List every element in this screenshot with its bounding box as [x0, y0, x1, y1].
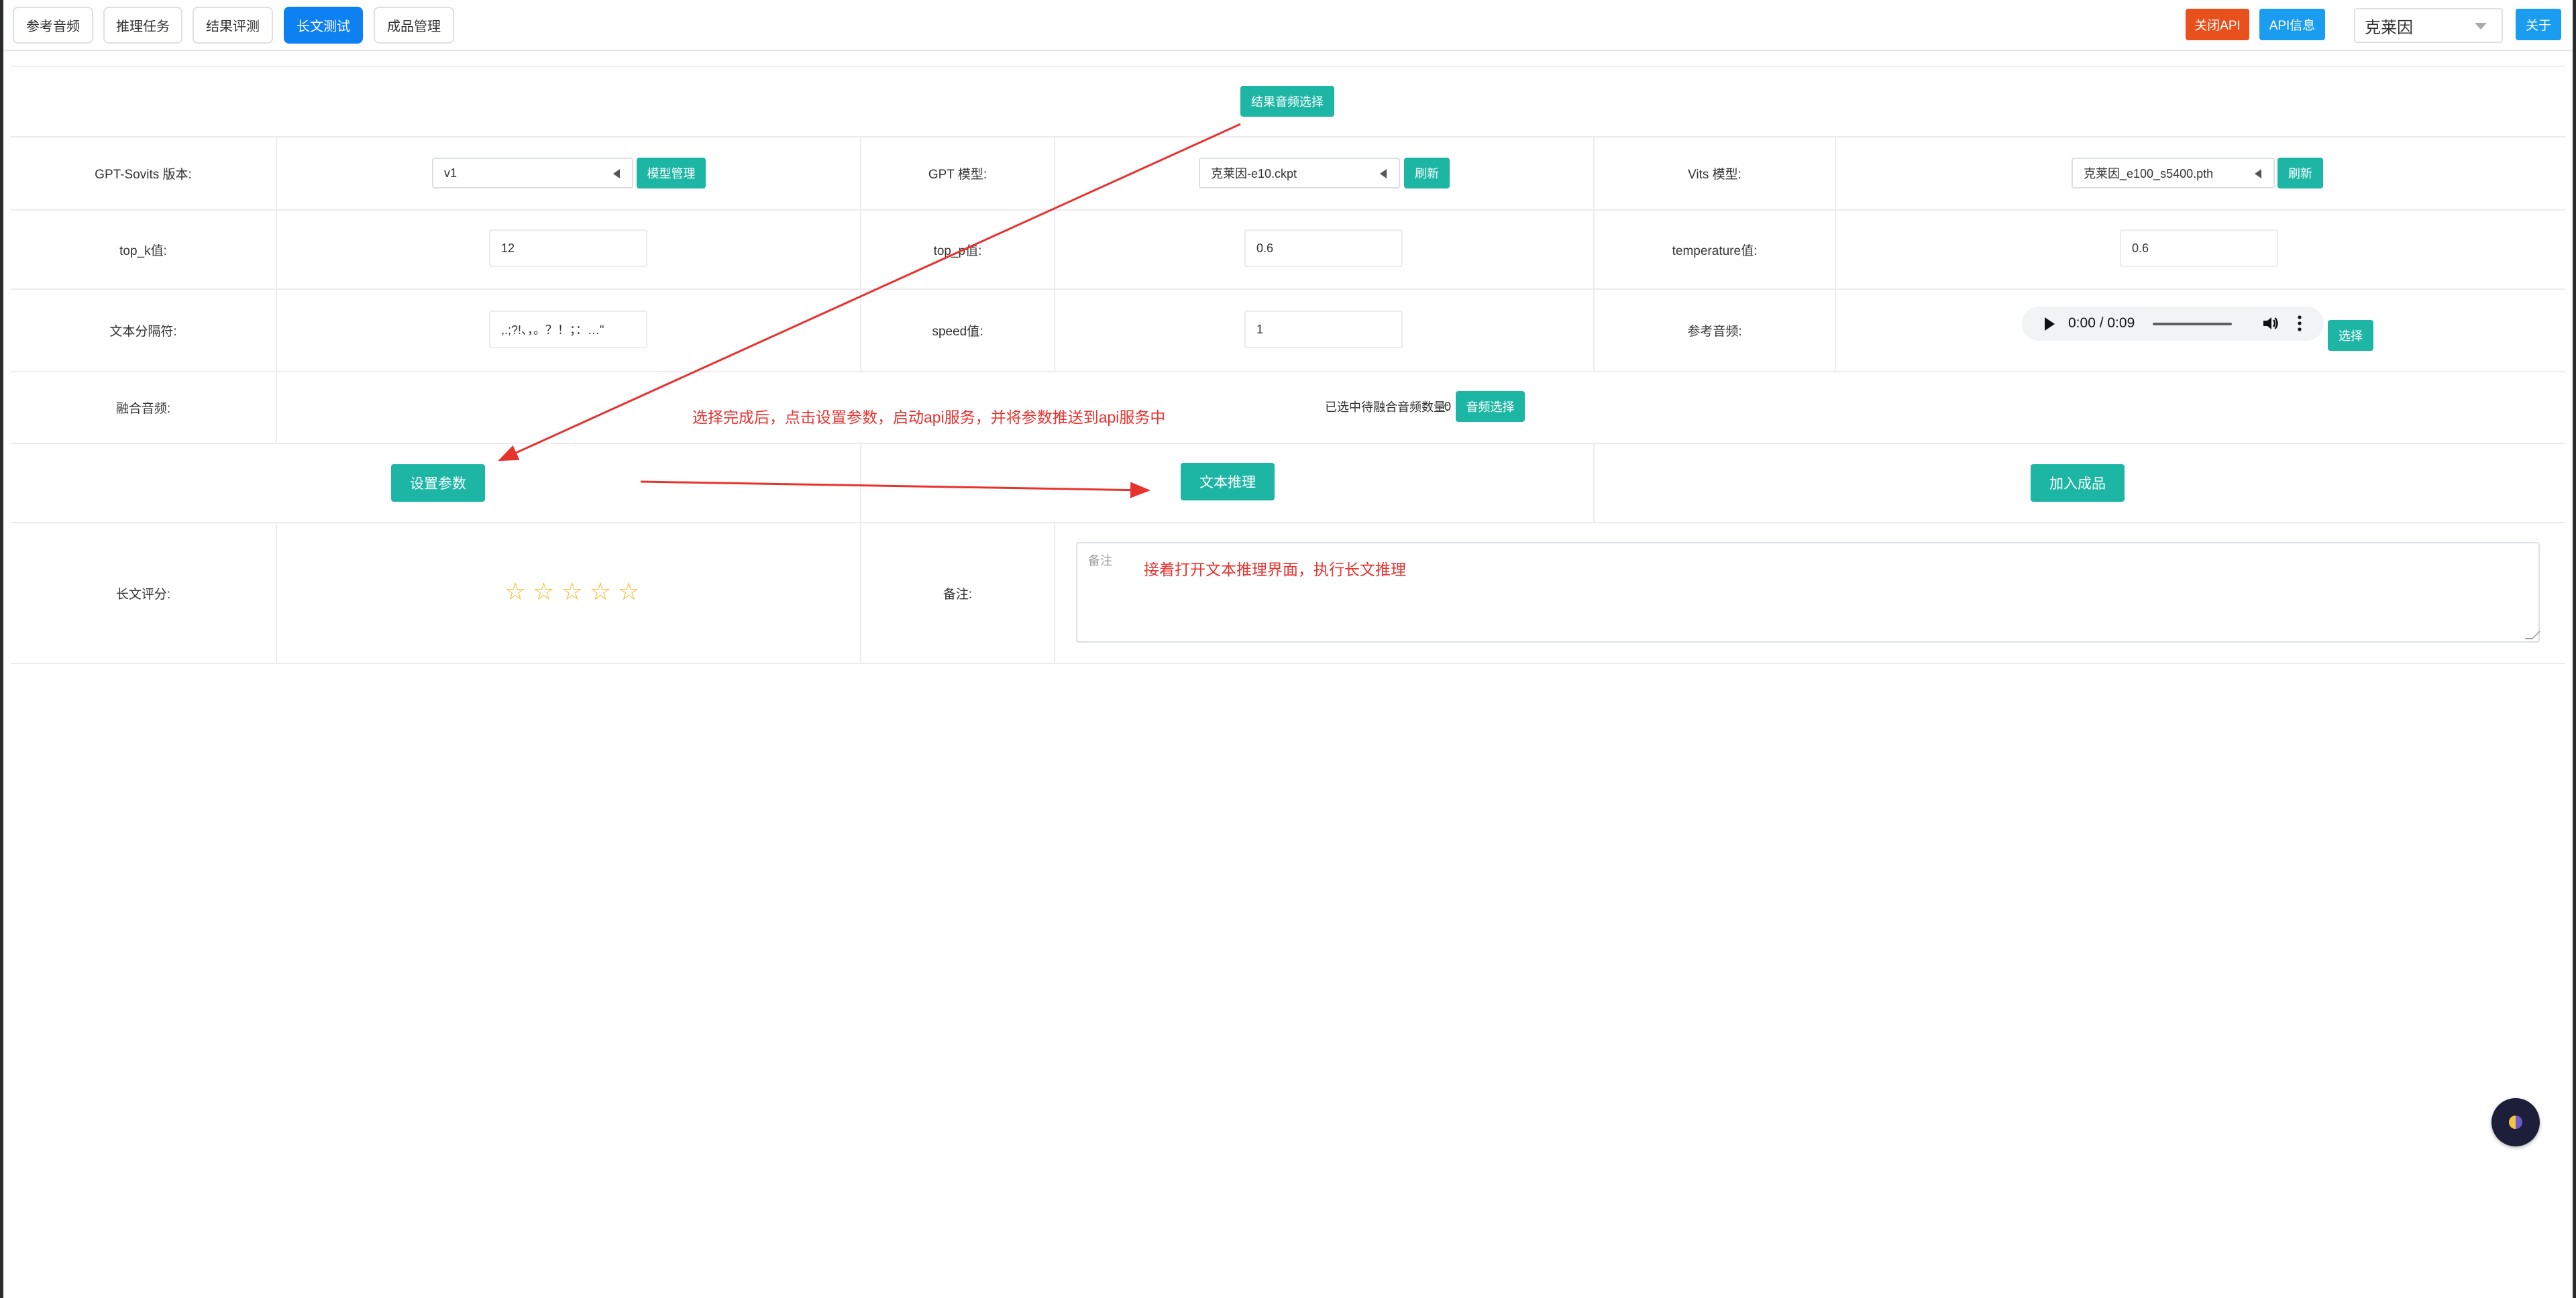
arrow-to-set-params	[498, 123, 1241, 462]
theme-toggle-button[interactable]	[2491, 1098, 2540, 1146]
arrow-to-text-inference	[640, 480, 1150, 498]
annotation-arrows	[498, 123, 1241, 498]
half-moon-icon	[2509, 1116, 2522, 1129]
